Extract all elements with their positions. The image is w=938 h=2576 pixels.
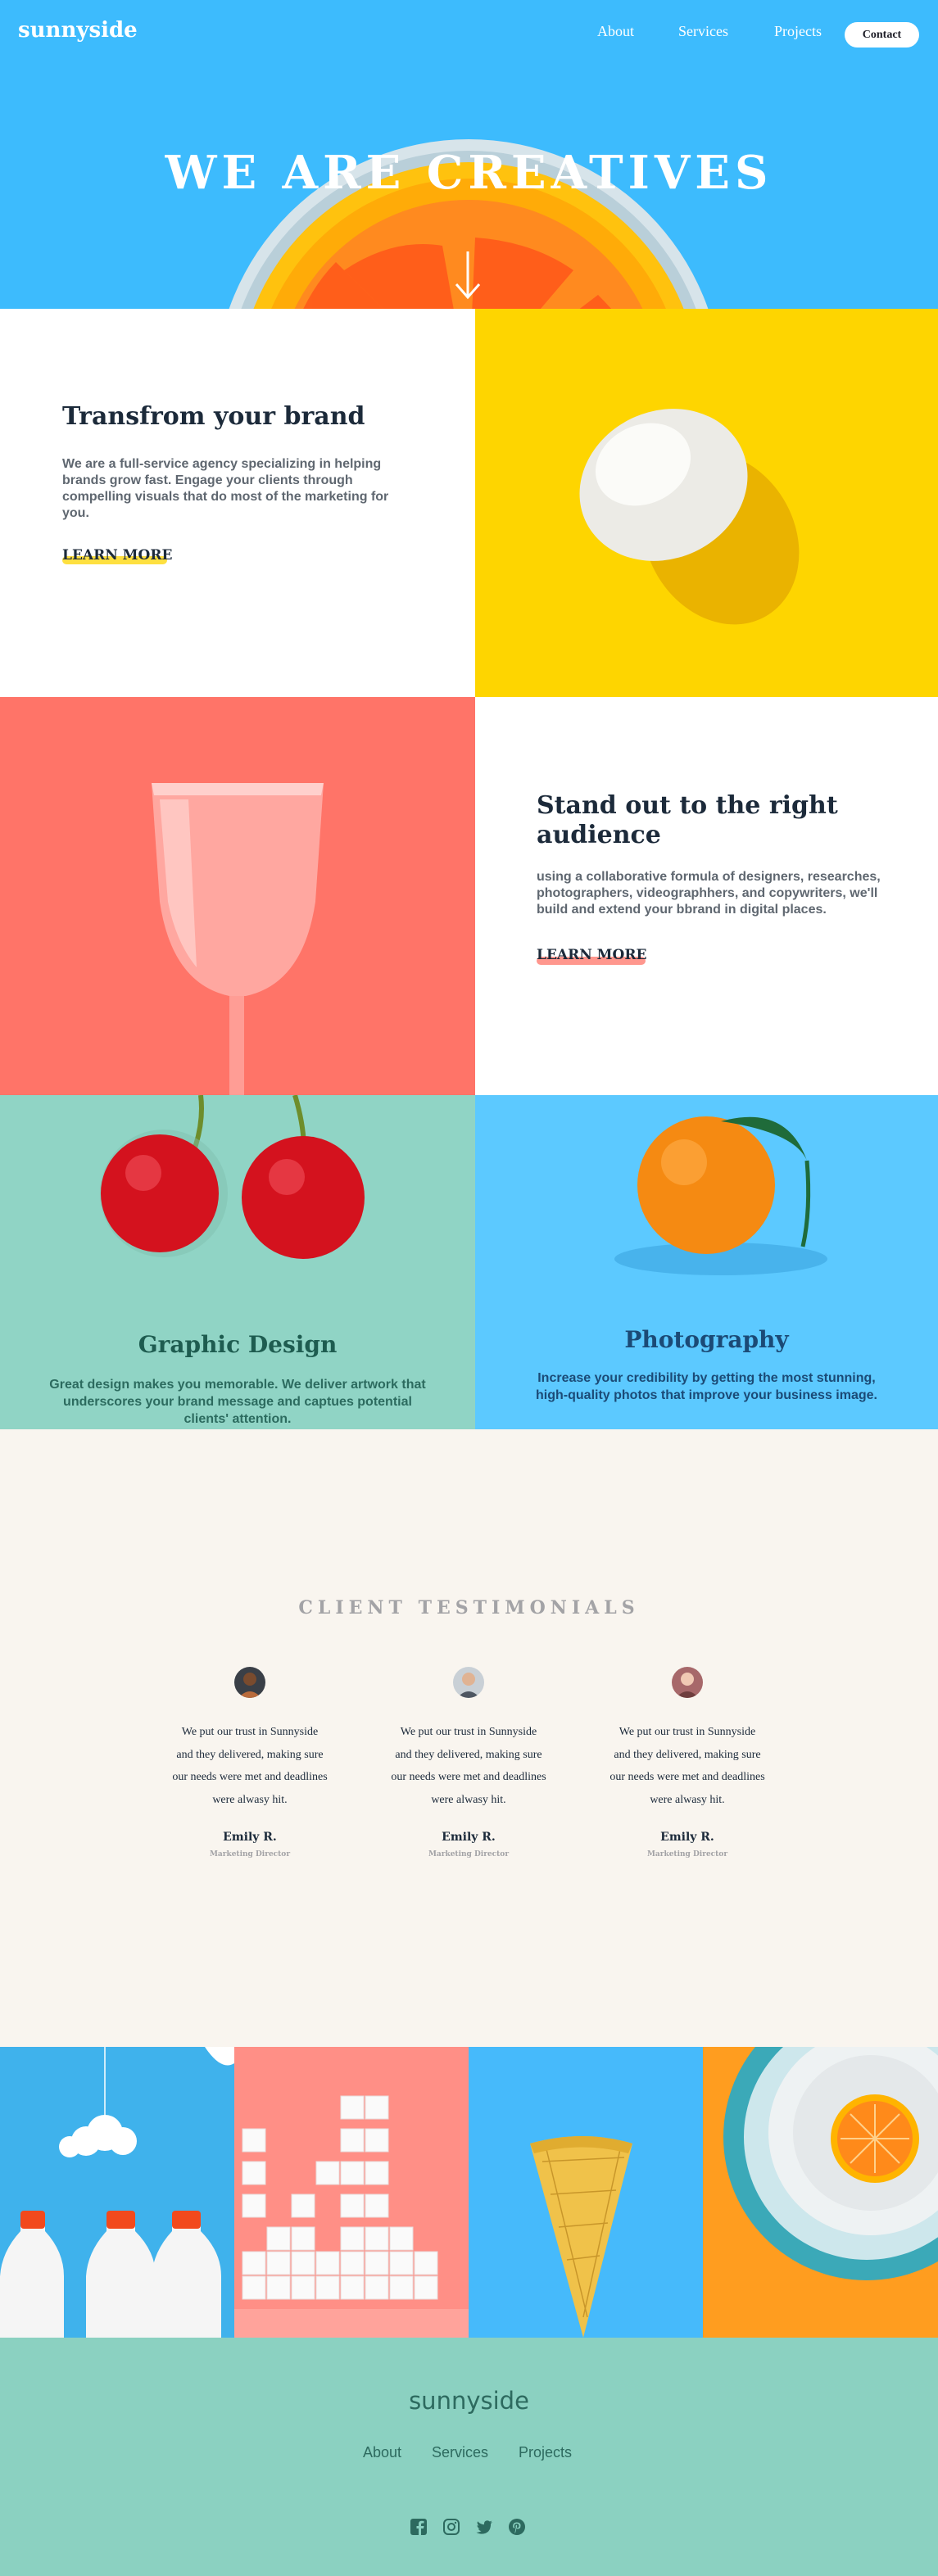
graphic-design-title: Graphic Design xyxy=(138,1331,338,1358)
footer-nav-services[interactable]: Services xyxy=(432,2444,488,2461)
testimonial-quote: We put our trust in Sunnyside and they d… xyxy=(609,1726,765,1806)
standout-text: using a collaborative formula of designe… xyxy=(537,870,881,917)
glass-image xyxy=(0,697,475,1095)
footer-nav-about[interactable]: About xyxy=(363,2444,401,2461)
standout-title: Stand out to the right audience xyxy=(537,791,838,849)
testimonial-quote: We put our trust in Sunnyside and they d… xyxy=(391,1726,546,1806)
testimonial-quote: We put our trust in Sunnyside and they d… xyxy=(172,1726,328,1806)
transform-title: Transfrom your brand xyxy=(62,402,365,431)
testimonial-role: Marketing Director xyxy=(646,1850,728,1858)
gallery-orange-plate-image xyxy=(703,2047,938,2338)
photography-text: Increase your credibility by getting the… xyxy=(536,1371,877,1402)
instagram-icon[interactable] xyxy=(442,2518,460,2536)
testimonial-name: Emily R. xyxy=(442,1831,496,1844)
testimonial-role: Marketing Director xyxy=(209,1850,291,1858)
photography-title: Photography xyxy=(624,1326,789,1353)
testimonial-name: Emily R. xyxy=(223,1831,277,1844)
footer: sunnyside About Services Projects xyxy=(0,2338,938,2576)
egg-image xyxy=(475,309,938,697)
photography-section: Photography Increase your credibility by… xyxy=(475,1095,938,1429)
transform-section: Transfrom your brand We are a full-servi… xyxy=(0,309,475,697)
testimonials-section: CLIENT TESTIMONIALS We put our trust in … xyxy=(0,1429,938,2047)
gallery-ice-cream-cone-image xyxy=(469,2047,703,2338)
testimonial-card: We put our trust in Sunnyside and they d… xyxy=(609,1667,765,1858)
testimonial-name: Emily R. xyxy=(660,1831,714,1844)
footer-nav-projects[interactable]: Projects xyxy=(519,2444,572,2461)
transform-learn-more-link[interactable]: LEARN MORE xyxy=(62,547,172,564)
footer-logo[interactable]: sunnyside xyxy=(0,2387,938,2415)
avatar xyxy=(672,1667,703,1698)
transform-text: We are a full-service agency specializin… xyxy=(62,457,389,520)
hero-section: sunnyside About Services Projects Contac… xyxy=(0,0,938,309)
standout-section: Stand out to the right audience using a … xyxy=(475,697,938,1095)
avatar xyxy=(453,1667,484,1698)
pinterest-icon[interactable] xyxy=(508,2518,526,2536)
facebook-icon[interactable] xyxy=(410,2518,428,2536)
avatar xyxy=(234,1667,265,1698)
testimonial-card: We put our trust in Sunnyside and they d… xyxy=(391,1667,546,1858)
testimonial-card: We put our trust in Sunnyside and they d… xyxy=(172,1667,328,1858)
twitter-icon[interactable] xyxy=(475,2518,493,2536)
testimonial-role: Marketing Director xyxy=(428,1850,510,1858)
graphic-design-section: Graphic Design Great design makes you me… xyxy=(0,1095,475,1429)
standout-learn-more-link[interactable]: LEARN MORE xyxy=(537,947,646,963)
gallery-section xyxy=(0,2047,938,2338)
gallery-sugar-cubes-image xyxy=(234,2047,469,2338)
arrow-down-icon[interactable] xyxy=(453,250,483,301)
hero-title: WE ARE CREATIVES xyxy=(165,146,773,200)
testimonials-title: CLIENT TESTIMONIALS xyxy=(298,1597,640,1618)
graphic-design-text: Great design makes you memorable. We del… xyxy=(49,1378,426,1426)
gallery-milk-bottles-image xyxy=(0,2047,234,2338)
